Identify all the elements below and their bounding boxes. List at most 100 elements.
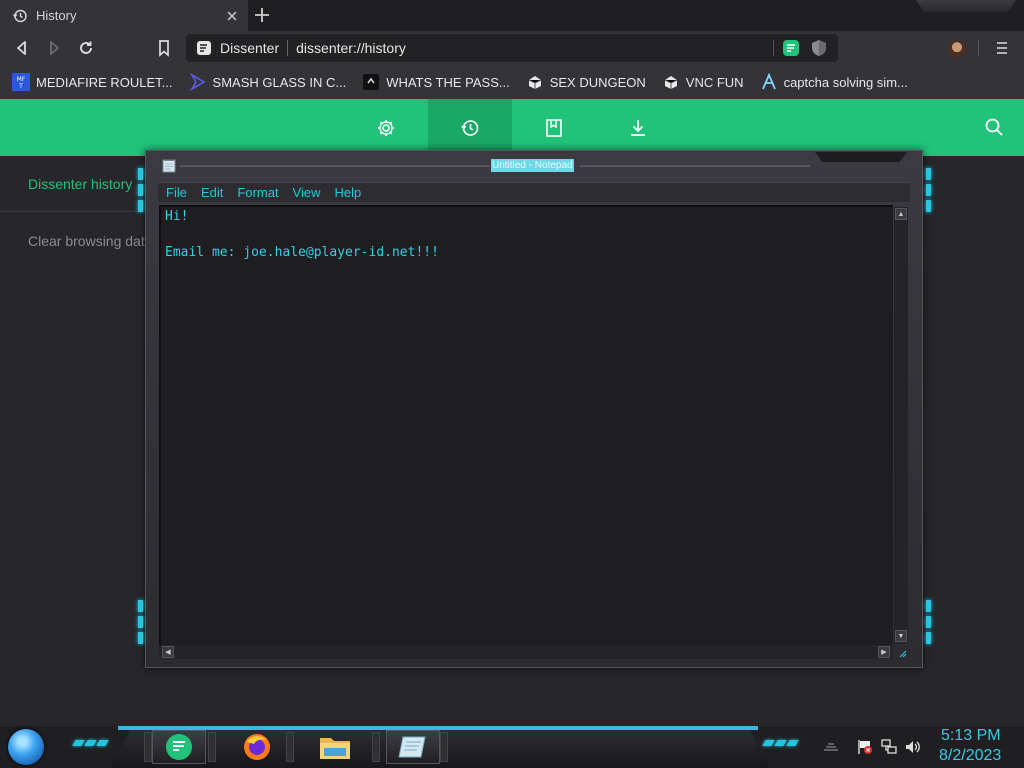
folder-icon	[320, 738, 350, 759]
downloads-tab[interactable]	[596, 99, 680, 156]
bookmark-icon	[546, 118, 562, 137]
horizontal-scrollbar[interactable]: ◀ ▶	[159, 645, 893, 659]
settings-tab[interactable]	[344, 99, 428, 156]
frame-accent	[926, 632, 931, 644]
resize-grip-icon[interactable]	[896, 647, 908, 659]
shield-icon[interactable]	[810, 39, 828, 57]
history-icon	[12, 9, 27, 22]
forward-icon[interactable]	[44, 38, 64, 58]
frame-accent	[138, 600, 143, 612]
notepad-icon	[398, 736, 426, 758]
gear-icon	[378, 119, 394, 136]
bookmark-icon[interactable]	[154, 38, 174, 58]
title-line-left	[180, 165, 490, 167]
scroll-right-icon[interactable]: ▶	[878, 646, 890, 658]
sidebar-divider	[0, 211, 146, 212]
taskbar-app-explorer[interactable]	[308, 730, 362, 764]
bookmarks-tab[interactable]	[512, 99, 596, 156]
puzzle-icon	[526, 73, 544, 91]
bookmark-label: SEX DUNGEON	[549, 74, 646, 90]
url-text[interactable]: dissenter://history	[296, 40, 773, 56]
text-editor-area[interactable]	[159, 205, 893, 645]
vertical-scrollbar[interactable]: ▲ ▼	[894, 207, 908, 644]
scroll-left-icon[interactable]: ◀	[162, 646, 174, 658]
bookmark-item[interactable]: captcha solving sim...	[760, 73, 908, 91]
menu-view[interactable]: View	[293, 185, 321, 200]
bookmark-label: VNC FUN	[685, 74, 744, 90]
volume-icon[interactable]	[904, 738, 922, 756]
show-hidden-icons-icon[interactable]	[822, 738, 840, 756]
frame-accent	[926, 616, 931, 628]
taskbar-separator	[286, 732, 294, 762]
menu-file[interactable]: File	[166, 185, 187, 200]
dissenter-icon	[166, 734, 192, 760]
taskbar-decoration	[72, 740, 109, 746]
sidebar-item-clear-data[interactable]: Clear browsing data	[28, 233, 146, 249]
new-tab-icon[interactable]	[252, 5, 272, 25]
menu-help[interactable]: Help	[334, 185, 361, 200]
reload-icon[interactable]	[76, 38, 96, 58]
network-icon[interactable]	[880, 738, 898, 756]
scroll-down-icon[interactable]: ▼	[895, 630, 907, 642]
mediafire-icon: MF T	[12, 73, 30, 91]
tab-title: History	[36, 8, 77, 23]
tab-history[interactable]: History	[0, 0, 248, 31]
clock-date[interactable]: 8/2/2023	[939, 747, 1001, 765]
frame-accent	[926, 200, 931, 212]
terminal-icon	[362, 73, 380, 91]
search-icon[interactable]	[984, 117, 1004, 137]
taskbar-app-dissenter[interactable]	[152, 730, 206, 764]
notepad-menubar: File Edit Format View Help	[158, 182, 910, 202]
bookmark-item[interactable]: WHATS THE PASS...	[362, 73, 510, 91]
taskbar-separator	[372, 732, 380, 762]
taskbar-decoration	[762, 740, 799, 746]
history-icon	[461, 119, 479, 136]
bookmark-item[interactable]: VNC FUN	[662, 73, 744, 91]
close-icon[interactable]	[224, 8, 240, 24]
frame-accent	[926, 184, 931, 196]
taskbar-app-notepad[interactable]	[386, 730, 440, 764]
frame-accent	[138, 200, 143, 212]
action-center-flag-icon[interactable]	[856, 738, 874, 756]
notepad-icon[interactable]	[162, 158, 176, 173]
window-title: Untitled - Notepad	[491, 159, 574, 172]
bookmark-item[interactable]: SEX DUNGEON	[526, 73, 646, 91]
url-right-separator	[773, 40, 774, 56]
taskbar-app-firefox[interactable]	[230, 730, 284, 764]
dissenter-site-icon	[197, 41, 211, 55]
address-bar[interactable]: Dissenter dissenter://history	[186, 34, 838, 62]
history-tab[interactable]	[428, 99, 512, 156]
frame-accent	[926, 600, 931, 612]
avatar[interactable]	[948, 40, 966, 58]
start-orb-icon[interactable]	[8, 729, 44, 765]
back-icon[interactable]	[12, 38, 32, 58]
svg-text:T: T	[18, 83, 23, 90]
bookmark-label: captcha solving sim...	[783, 74, 908, 90]
bookmark-label: WHATS THE PASS...	[386, 74, 510, 90]
comment-icon[interactable]	[782, 39, 800, 57]
sidebar-item-history[interactable]: Dissenter history	[28, 176, 132, 192]
bookmark-item[interactable]: SMASH GLASS IN C...	[189, 73, 347, 91]
download-icon	[631, 119, 645, 136]
editor-content[interactable]: Hi! Email me: joe.hale@player-id.net!!!	[165, 208, 439, 262]
title-line-right	[580, 165, 810, 167]
tab-bar: History	[0, 0, 1024, 31]
bookmark-label: MEDIAFIRE ROULET...	[36, 74, 173, 90]
window-decoration	[916, 0, 1016, 12]
frame-accent	[138, 168, 143, 180]
menu-format[interactable]: Format	[237, 185, 278, 200]
bookmark-item[interactable]: MF T MEDIAFIRE ROULET...	[12, 73, 173, 91]
clock-time[interactable]: 5:13 PM	[941, 727, 1001, 745]
puzzle-icon	[662, 73, 680, 91]
window-notch	[815, 152, 907, 162]
frame-accent	[926, 168, 931, 180]
menu-edit[interactable]: Edit	[201, 185, 223, 200]
frame-accent	[138, 632, 143, 644]
menu-icon[interactable]	[992, 38, 1012, 58]
scroll-up-icon[interactable]: ▲	[895, 208, 907, 220]
site-name: Dissenter	[220, 40, 280, 56]
taskbar-separator	[144, 732, 152, 762]
bookmark-label: SMASH GLASS IN C...	[212, 74, 347, 90]
firefox-icon	[244, 734, 270, 760]
taskbar-separator	[208, 732, 216, 762]
